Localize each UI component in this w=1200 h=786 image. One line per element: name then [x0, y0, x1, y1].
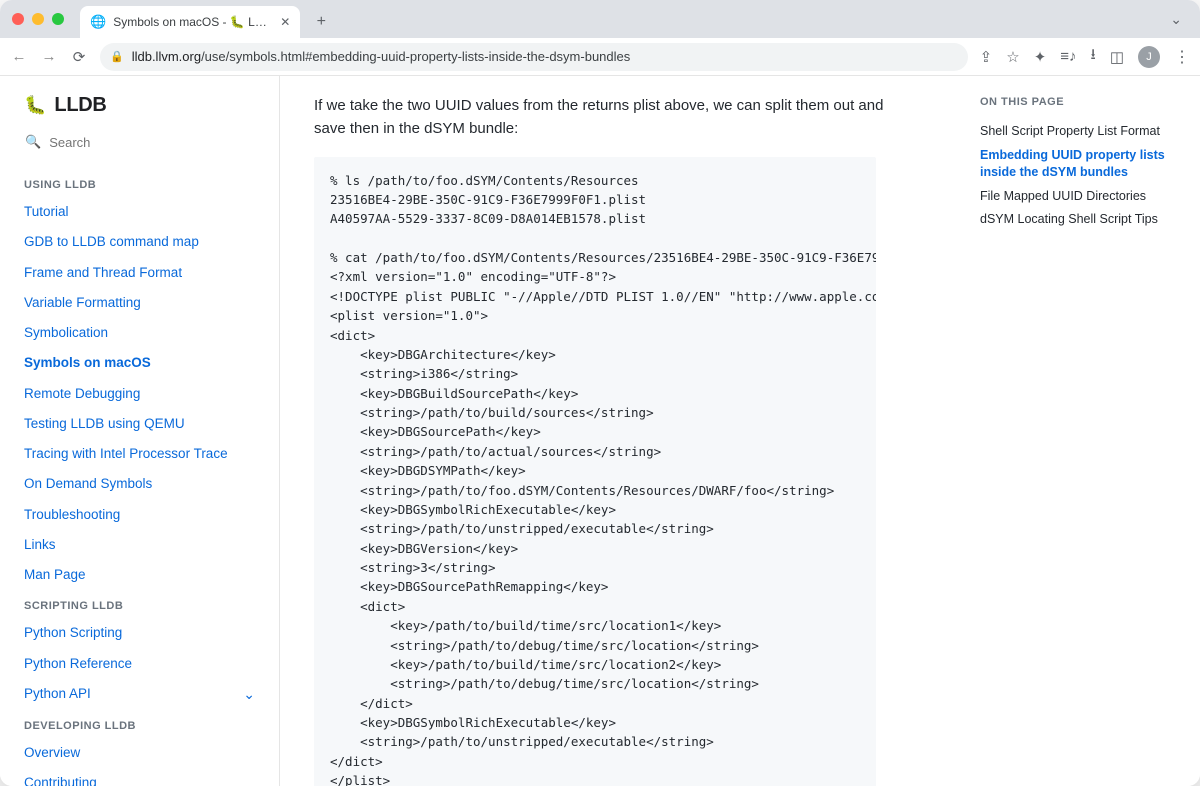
page-content: 🐛 LLDB 🔍 USING LLDB Tutorial GDB to LLDB… [0, 76, 1200, 786]
sidebar: 🐛 LLDB 🔍 USING LLDB Tutorial GDB to LLDB… [0, 76, 280, 786]
nav-gdb-map[interactable]: GDB to LLDB command map [0, 227, 279, 257]
toolbar-right-icons: ⇪ ☆ ✦ ≡♪ ⭳ ◫ J ⋮ [980, 44, 1190, 69]
url-text: lldb.llvm.org/use/symbols.html#embedding… [132, 49, 631, 64]
browser-window: 🌐 Symbols on macOS - 🐛 LLDB ✕ + ⌄ ← → ⟳ … [0, 0, 1200, 786]
search-icon: 🔍 [25, 134, 41, 150]
nav-python-api[interactable]: Python API ⌄ [0, 679, 279, 710]
reload-button[interactable]: ⟳ [70, 48, 88, 66]
lock-icon: 🔒 [110, 50, 124, 63]
toc-title: ON THIS PAGE [980, 96, 1180, 108]
nav-tutorial[interactable]: Tutorial [0, 197, 279, 227]
nav-remote-debugging[interactable]: Remote Debugging [0, 379, 279, 409]
logo-icon: 🐛 [24, 95, 46, 116]
nav-variable-formatting[interactable]: Variable Formatting [0, 288, 279, 318]
intro-paragraph: If we take the two UUID values from the … [314, 94, 894, 141]
chevron-down-icon: ⌄ [243, 684, 255, 705]
forward-button[interactable]: → [40, 48, 58, 65]
nav-intel-trace[interactable]: Tracing with Intel Processor Trace [0, 439, 279, 469]
nav-section-developing: DEVELOPING LLDB [0, 710, 279, 738]
toc-file-mapped[interactable]: File Mapped UUID Directories [980, 185, 1180, 209]
extensions-icon[interactable]: ✦ [1034, 48, 1047, 66]
nav-testing-qemu[interactable]: Testing LLDB using QEMU [0, 409, 279, 439]
nav-troubleshooting[interactable]: Troubleshooting [0, 500, 279, 530]
nav-man-page[interactable]: Man Page [0, 560, 279, 590]
nav-contributing[interactable]: Contributing [0, 768, 279, 786]
search-input[interactable] [49, 135, 254, 150]
new-tab-button[interactable]: + [308, 13, 334, 31]
tab-close-icon[interactable]: ✕ [280, 15, 290, 29]
nav-frame-format[interactable]: Frame and Thread Format [0, 258, 279, 288]
nav-python-api-label: Python API [24, 684, 91, 704]
main-article: If we take the two UUID values from the … [280, 76, 970, 786]
logo-text: LLDB [54, 94, 106, 117]
search-box[interactable]: 🔍 [24, 133, 255, 151]
bookmark-icon[interactable]: ☆ [1006, 48, 1019, 66]
nav-on-demand[interactable]: On Demand Symbols [0, 469, 279, 499]
download-icon[interactable]: ⭳ [1091, 44, 1096, 69]
toc-dsym-tips[interactable]: dSYM Locating Shell Script Tips [980, 208, 1180, 232]
logo[interactable]: 🐛 LLDB [0, 94, 279, 133]
window-titlebar: 🌐 Symbols on macOS - 🐛 LLDB ✕ + ⌄ [0, 0, 1200, 38]
maximize-window-button[interactable] [52, 13, 64, 25]
toc-embedding-uuid[interactable]: Embedding UUID property lists inside the… [980, 144, 1180, 185]
nav-links[interactable]: Links [0, 530, 279, 560]
nav-section-using: USING LLDB [0, 169, 279, 197]
traffic-lights [12, 13, 64, 25]
profile-avatar[interactable]: J [1138, 46, 1160, 68]
nav-symbols-macos[interactable]: Symbols on macOS [0, 348, 279, 378]
nav-python-scripting[interactable]: Python Scripting [0, 618, 279, 648]
minimize-window-button[interactable] [32, 13, 44, 25]
tabs-dropdown-icon[interactable]: ⌄ [1170, 11, 1182, 28]
table-of-contents: ON THIS PAGE Shell Script Property List … [970, 76, 1200, 786]
share-icon[interactable]: ⇪ [980, 48, 993, 66]
panel-icon[interactable]: ◫ [1110, 48, 1124, 66]
close-window-button[interactable] [12, 13, 24, 25]
tab-favicon: 🌐 [90, 14, 106, 30]
tab-title: Symbols on macOS - 🐛 LLDB [113, 15, 273, 29]
nav-python-reference[interactable]: Python Reference [0, 649, 279, 679]
address-bar[interactable]: 🔒 lldb.llvm.org/use/symbols.html#embeddi… [100, 43, 968, 71]
browser-tab[interactable]: 🌐 Symbols on macOS - 🐛 LLDB ✕ [80, 6, 300, 38]
nav-symbolication[interactable]: Symbolication [0, 318, 279, 348]
nav-overview[interactable]: Overview [0, 738, 279, 768]
code-block: % ls /path/to/foo.dSYM/Contents/Resource… [314, 157, 876, 786]
toc-shell-script[interactable]: Shell Script Property List Format [980, 120, 1180, 144]
browser-toolbar: ← → ⟳ 🔒 lldb.llvm.org/use/symbols.html#e… [0, 38, 1200, 76]
menu-icon[interactable]: ⋮ [1174, 47, 1190, 67]
playlist-icon[interactable]: ≡♪ [1060, 48, 1076, 65]
back-button[interactable]: ← [10, 48, 28, 65]
nav-section-scripting: SCRIPTING LLDB [0, 590, 279, 618]
